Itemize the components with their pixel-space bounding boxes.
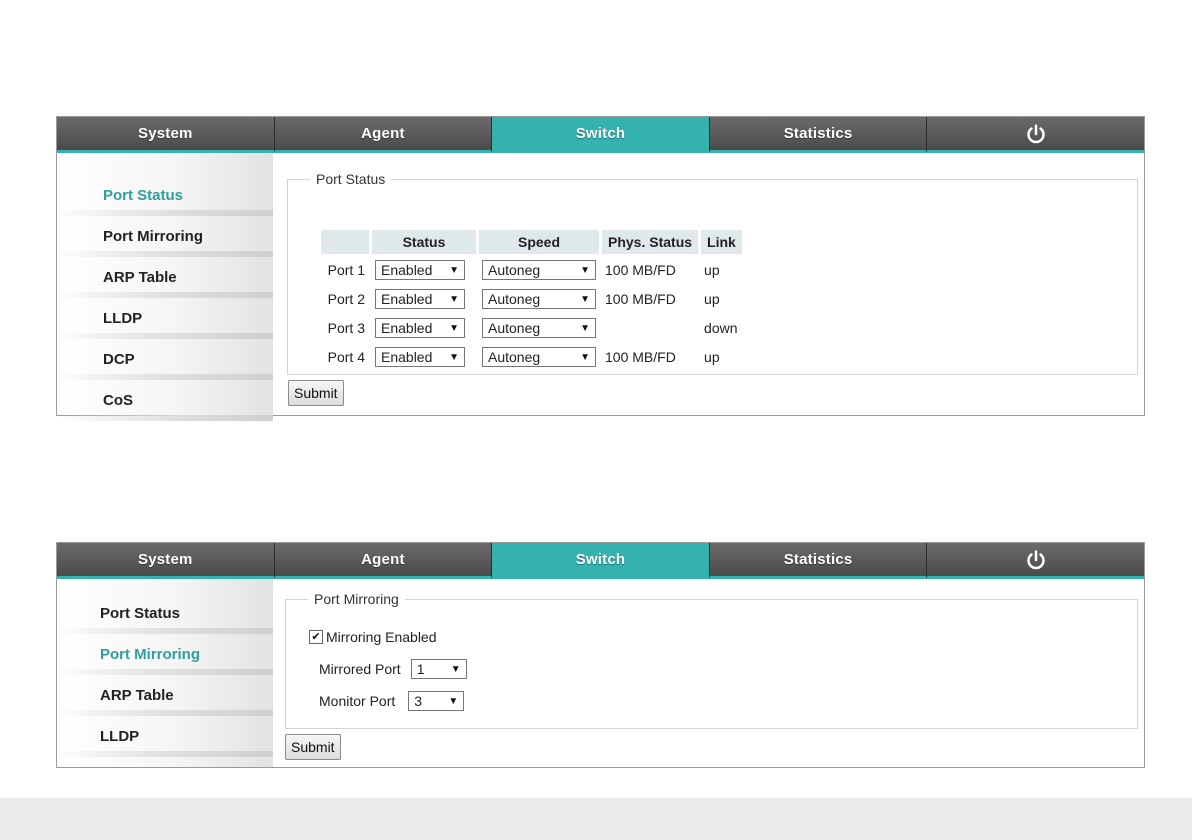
content-area: Port Status Status Speed Phys. Status Li…	[285, 153, 1138, 415]
speed-value: Autoneg	[488, 349, 541, 365]
sidebar-item-arp-table[interactable]: ARP Table	[57, 257, 273, 298]
phys-status: 100 MB/FD	[605, 262, 676, 278]
tab-statistics[interactable]: Statistics	[709, 543, 928, 579]
sidebar-item-cos[interactable]: CoS	[57, 380, 273, 421]
tab-agent[interactable]: Agent	[274, 117, 493, 153]
table-row: Port 4 Enabled ▼ Autoneg ▼ 100 MB/FD up	[321, 344, 742, 370]
dropdown-arrow-icon: ▼	[450, 663, 461, 675]
monitor-port-label: Monitor Port	[319, 693, 396, 709]
link-status: up	[704, 291, 720, 307]
tab-switch[interactable]: Switch	[492, 543, 710, 579]
port-table: Status Speed Phys. Status Link Port 1 En…	[318, 227, 745, 373]
sidebar-item-port-mirroring[interactable]: Port Mirroring	[57, 216, 273, 257]
dropdown-arrow-icon: ▼	[580, 293, 590, 305]
main-nav: System Agent Switch Statistics	[57, 543, 1144, 579]
port-status-group: Port Status Status Speed Phys. Status Li…	[287, 171, 1138, 375]
monitor-port-value: 3	[414, 693, 423, 709]
group-legend: Port Status	[316, 171, 386, 187]
status-select[interactable]: Enabled ▼	[375, 318, 465, 338]
table-row: Port 1 Enabled ▼ Autoneg ▼ 100 MB/FD up	[321, 257, 742, 283]
port-label: Port 1	[327, 262, 365, 278]
link-status: up	[704, 349, 720, 365]
tab-system[interactable]: System	[57, 117, 275, 153]
monitor-port-select[interactable]: 3 ▼	[408, 691, 465, 711]
link-status: down	[704, 320, 738, 336]
mirrored-port-value: 1	[416, 661, 425, 677]
phys-status: 100 MB/FD	[605, 291, 676, 307]
sidebar-item-dcp[interactable]: DCP	[57, 339, 273, 380]
footer-bar	[0, 798, 1192, 840]
tab-switch[interactable]: Switch	[492, 117, 710, 153]
dropdown-arrow-icon: ▼	[580, 264, 590, 276]
mirrored-port-row: Mirrored Port 1 ▼	[319, 659, 467, 679]
tab-system[interactable]: System	[57, 543, 275, 579]
content-area: Port Mirroring ✔ Mirroring Enabled Mirro…	[285, 579, 1138, 767]
main-nav: System Agent Switch Statistics	[57, 117, 1144, 153]
dropdown-arrow-icon: ▼	[449, 293, 459, 305]
tab-statistics[interactable]: Statistics	[709, 117, 928, 153]
sidebar-item-port-status[interactable]: Port Status	[57, 593, 273, 634]
table-header-status: Status	[372, 230, 476, 254]
table-header-phys-status: Phys. Status	[602, 230, 699, 254]
tab-power[interactable]	[927, 543, 1144, 579]
dropdown-arrow-icon: ▼	[580, 322, 590, 334]
dropdown-arrow-icon: ▼	[449, 322, 459, 334]
phys-status: 100 MB/FD	[605, 349, 676, 365]
table-row: Port 2 Enabled ▼ Autoneg ▼ 100 MB/FD up	[321, 286, 742, 312]
submit-button[interactable]: Submit	[285, 734, 341, 760]
status-select[interactable]: Enabled ▼	[375, 347, 465, 367]
status-value: Enabled	[381, 349, 433, 365]
port-mirroring-panel: System Agent Switch Statistics Port Stat…	[56, 542, 1145, 768]
sidebar-item-lldp[interactable]: LLDP	[57, 716, 273, 757]
sidebar: Port Status Port Mirroring ARP Table LLD…	[57, 579, 273, 767]
dropdown-arrow-icon: ▼	[448, 695, 459, 707]
speed-select[interactable]: Autoneg ▼	[482, 260, 596, 280]
mirroring-enabled-row: ✔ Mirroring Enabled	[309, 629, 437, 645]
table-header-blank	[321, 230, 369, 254]
sidebar: Port Status Port Mirroring ARP Table LLD…	[57, 153, 273, 421]
sidebar-item-port-status[interactable]: Port Status	[57, 175, 273, 216]
status-select[interactable]: Enabled ▼	[375, 260, 465, 280]
tab-agent[interactable]: Agent	[274, 543, 493, 579]
monitor-port-row: Monitor Port 3 ▼	[319, 691, 465, 711]
status-value: Enabled	[381, 291, 433, 307]
status-value: Enabled	[381, 320, 433, 336]
speed-value: Autoneg	[488, 262, 541, 278]
port-label: Port 3	[327, 320, 365, 336]
link-status: up	[704, 262, 720, 278]
dropdown-arrow-icon: ▼	[580, 351, 590, 363]
submit-button[interactable]: Submit	[288, 380, 344, 406]
status-value: Enabled	[381, 262, 433, 278]
mirrored-port-select[interactable]: 1 ▼	[410, 659, 467, 679]
port-label: Port 2	[327, 291, 365, 307]
table-row: Port 3 Enabled ▼ Autoneg ▼ down	[321, 315, 742, 341]
port-status-panel: System Agent Switch Statistics Port Stat…	[56, 116, 1145, 421]
sidebar-item-port-mirroring[interactable]: Port Mirroring	[57, 634, 273, 675]
speed-select[interactable]: Autoneg ▼	[482, 347, 596, 367]
speed-select[interactable]: Autoneg ▼	[482, 318, 596, 338]
status-select[interactable]: Enabled ▼	[375, 289, 465, 309]
mirroring-enabled-checkbox[interactable]: ✔	[309, 630, 323, 644]
power-icon	[1026, 123, 1045, 143]
mirroring-enabled-label: Mirroring Enabled	[326, 629, 437, 645]
mirrored-port-label: Mirrored Port	[319, 661, 401, 677]
port-label: Port 4	[327, 349, 365, 365]
table-header-link: Link	[701, 230, 742, 254]
sidebar-item-arp-table[interactable]: ARP Table	[57, 675, 273, 716]
speed-value: Autoneg	[488, 320, 541, 336]
tab-power[interactable]	[927, 117, 1144, 153]
dropdown-arrow-icon: ▼	[449, 351, 459, 363]
speed-value: Autoneg	[488, 291, 541, 307]
table-header-speed: Speed	[479, 230, 599, 254]
power-icon	[1026, 549, 1045, 569]
phys-status	[602, 315, 698, 341]
dropdown-arrow-icon: ▼	[449, 264, 459, 276]
sidebar-item-lldp[interactable]: LLDP	[57, 298, 273, 339]
speed-select[interactable]: Autoneg ▼	[482, 289, 596, 309]
group-legend: Port Mirroring	[314, 591, 399, 607]
